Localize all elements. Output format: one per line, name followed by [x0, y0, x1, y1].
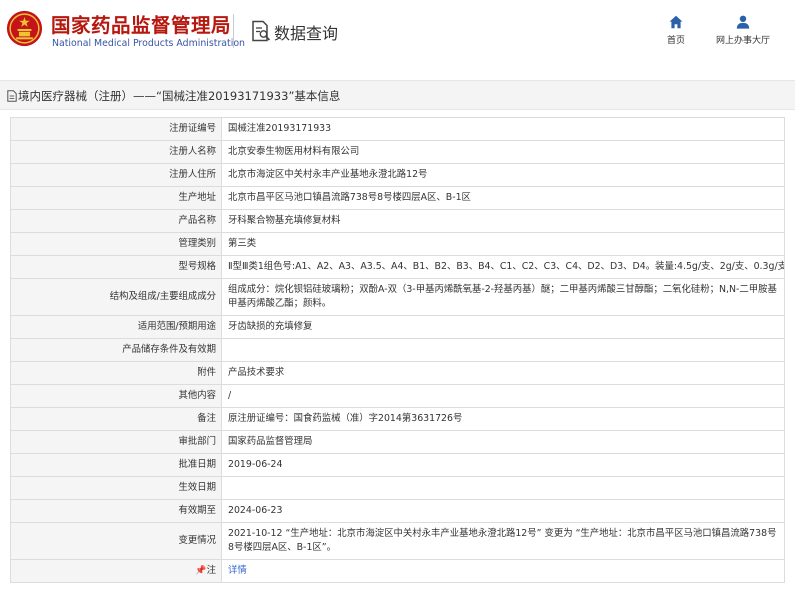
- row-label: 注册证编号: [10, 117, 222, 141]
- row-value: 原注册证编号：国食药监械（准）字2014第3631726号: [221, 407, 785, 431]
- breadcrumb: 境内医疗器械（注册）——“国械注准20193171933”基本信息: [0, 80, 795, 110]
- table-row: 注册人名称 北京安泰生物医用材料有限公司: [10, 140, 785, 164]
- row-value: 组成成分：烷化钡铝硅玻璃粉；双酚A-双（3-甲基丙烯酰氧基-2-羟基丙基）醚；二…: [221, 278, 785, 316]
- row-label: 生产地址: [10, 186, 222, 210]
- registration-detail-table: 注册证编号 国械注准20193171933 注册人名称 北京安泰生物医用材料有限…: [10, 117, 785, 583]
- row-label: 注册人住所: [10, 163, 222, 187]
- table-row: 注册证编号 国械注准20193171933: [10, 117, 785, 141]
- row-value: 北京市海淀区中关村永丰产业基地永澄北路12号: [221, 163, 785, 187]
- table-row: 备注 原注册证编号：国食药监械（准）字2014第3631726号: [10, 407, 785, 431]
- national-emblem-icon: [6, 10, 43, 47]
- row-label: 批准日期: [10, 453, 222, 477]
- row-value: 2024-06-23: [221, 499, 785, 523]
- data-query-icon: [252, 20, 271, 42]
- row-value: 国械注准20193171933: [221, 117, 785, 141]
- row-label: 产品名称: [10, 209, 222, 233]
- row-value: 牙齿缺损的充填修复: [221, 315, 785, 339]
- row-value: [221, 338, 785, 362]
- row-label: 适用范围/预期用途: [10, 315, 222, 339]
- row-label: 生效日期: [10, 476, 222, 500]
- table-row: 结构及组成/主要组成成分 组成成分：烷化钡铝硅玻璃粉；双酚A-双（3-甲基丙烯酰…: [10, 278, 785, 316]
- row-value: [221, 476, 785, 500]
- row-value: 第三类: [221, 232, 785, 256]
- table-row: 批准日期 2019-06-24: [10, 453, 785, 477]
- row-value: 产品技术要求: [221, 361, 785, 385]
- document-icon: [7, 90, 17, 102]
- table-row: 生产地址 北京市昌平区马池口镇昌流路738号8号楼四层A区、B-1区: [10, 186, 785, 210]
- table-row: 审批部门 国家药品监督管理局: [10, 430, 785, 454]
- row-label: 型号规格: [10, 255, 222, 279]
- row-value: 详情: [221, 559, 785, 583]
- org-name-en: National Medical Products Administration: [52, 38, 246, 49]
- row-value: 牙科聚合物基充填修复材料: [221, 209, 785, 233]
- row-value: 2019-06-24: [221, 453, 785, 477]
- row-value: 2021-10-12 “生产地址：北京市海淀区中关村永丰产业基地永澄北路12号”…: [221, 522, 785, 560]
- table-row: 附件 产品技术要求: [10, 361, 785, 385]
- row-label: 备注: [10, 407, 222, 431]
- table-row: 产品名称 牙科聚合物基充填修复材料: [10, 209, 785, 233]
- table-row: 变更情况 2021-10-12 “生产地址：北京市海淀区中关村永丰产业基地永澄北…: [10, 522, 785, 560]
- home-icon: [669, 15, 683, 29]
- nav-home-label: 首页: [666, 36, 685, 46]
- row-value: Ⅱ型Ⅲ类1组色号:A1、A2、A3、A3.5、A4、B1、B2、B3、B4、C1…: [221, 255, 785, 279]
- row-label: 产品储存条件及有效期: [10, 338, 222, 362]
- row-value: /: [221, 384, 785, 408]
- details-link[interactable]: 详情: [228, 565, 247, 576]
- row-label: 审批部门: [10, 430, 222, 454]
- org-name-cn: 国家药品监督管理局: [51, 14, 232, 37]
- table-row: 其他内容 /: [10, 384, 785, 408]
- row-label: 变更情况: [10, 522, 222, 560]
- note-label-cell: 📌注: [10, 559, 222, 583]
- table-row: 产品储存条件及有效期: [10, 338, 785, 362]
- site-header: 国家药品监督管理局 National Medical Products Admi…: [0, 0, 795, 62]
- table-row: 管理类别 第三类: [10, 232, 785, 256]
- row-value: 北京安泰生物医用材料有限公司: [221, 140, 785, 164]
- header-divider: [233, 14, 234, 48]
- table-row: 型号规格 Ⅱ型Ⅲ类1组色号:A1、A2、A3、A3.5、A4、B1、B2、B3、…: [10, 255, 785, 279]
- table-row: 适用范围/预期用途 牙齿缺损的充填修复: [10, 315, 785, 339]
- table-row: 📌注 详情: [10, 559, 785, 583]
- nav-online-office-label: 网上办事大厅: [715, 36, 770, 46]
- row-label: 管理类别: [10, 232, 222, 256]
- table-row: 注册人住所 北京市海淀区中关村永丰产业基地永澄北路12号: [10, 163, 785, 187]
- row-label: 结构及组成/主要组成成分: [10, 278, 222, 316]
- nav-online-office-link[interactable]: 网上办事大厅: [707, 15, 779, 55]
- row-label: 注册人名称: [10, 140, 222, 164]
- row-label: 附件: [10, 361, 222, 385]
- row-value: 国家药品监督管理局: [221, 430, 785, 454]
- pushpin-icon: 📌: [195, 566, 207, 576]
- row-label: 有效期至: [10, 499, 222, 523]
- row-label: 注: [206, 565, 216, 576]
- breadcrumb-text: 境内医疗器械（注册）——“国械注准20193171933”基本信息: [18, 89, 341, 103]
- section-title: 数据查询: [274, 24, 339, 43]
- row-label: 其他内容: [10, 384, 222, 408]
- table-row: 生效日期: [10, 476, 785, 500]
- nav-home-link[interactable]: 首页: [661, 15, 691, 55]
- table-row: 有效期至 2024-06-23: [10, 499, 785, 523]
- user-icon: [736, 15, 750, 29]
- row-value: 北京市昌平区马池口镇昌流路738号8号楼四层A区、B-1区: [221, 186, 785, 210]
